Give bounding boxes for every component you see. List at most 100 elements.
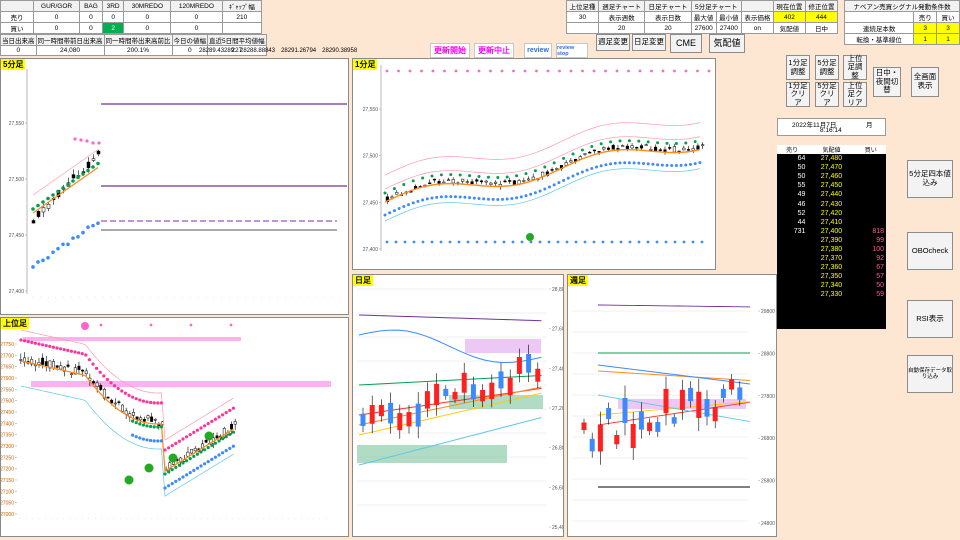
x-tick-label: · (311, 518, 316, 519)
candle-body (606, 147, 611, 150)
signal-dot-top (397, 69, 400, 73)
candle-body (512, 180, 516, 185)
x-tick-label: · (571, 254, 576, 255)
board-buy-qty (856, 172, 886, 181)
pink-dot (156, 401, 160, 405)
full-screen-button[interactable]: 全画面表示 (911, 67, 939, 97)
quote-button[interactable]: 気配値 (709, 34, 745, 53)
chart-5m-svg[interactable]: 27,55027,50027,45027,400· · · · · · · · · · · · · · · ·… (1, 59, 349, 315)
board-price: 27,480 (820, 155, 843, 163)
x-tick-label: · (699, 254, 704, 255)
green-dot (449, 173, 453, 177)
candle-body (204, 439, 208, 443)
board-buy-qty: 99 (876, 236, 884, 244)
signal-value[interactable]: 3 (936, 22, 960, 34)
settings-cell[interactable]: 27400 (715, 22, 742, 34)
blue-dot (167, 484, 171, 488)
review-button[interactable]: review (524, 43, 552, 58)
session-switch-button[interactable]: 日中・夜間切替 (873, 67, 901, 97)
chart-1m-svg[interactable]: 27,55027,50027,45027,400· · · · · · · · · · · · · · · ·… (353, 59, 716, 270)
week-change-button[interactable]: 週足変更 (596, 34, 630, 51)
settings-cell[interactable]: 20 (598, 22, 646, 34)
adjust-1m-button[interactable]: 1分足調整 (786, 55, 810, 80)
chart-panel-daily[interactable]: 日足 28,80027,60027,40027,20026,80026,6002… (352, 274, 564, 537)
x-tick-label: · (80, 518, 85, 519)
clear-upper-button[interactable]: 上位足クリア (843, 81, 867, 107)
candle-body (186, 451, 190, 457)
clear-1m-button[interactable]: 1分足クリア (786, 81, 810, 107)
chart-weekly-svg[interactable]: 29800 28800 27800 26800 25800 24800 (568, 275, 777, 537)
pink-dot (120, 389, 124, 393)
indicator-line (597, 304, 751, 308)
green-dot (167, 470, 171, 474)
chart-panel-upper[interactable]: 上位足 27750 27700 27650 27600 27550 27500 27450 2… (0, 317, 349, 537)
candle-body (36, 211, 41, 217)
blue-dot (472, 196, 476, 200)
board-row: 27,360 67 (777, 263, 886, 272)
settings-cell[interactable]: 30 (565, 11, 600, 23)
settings-cell[interactable]: 444 (804, 11, 839, 23)
update-stop-button[interactable]: 更新中止 (474, 43, 514, 58)
blue-dot (576, 172, 580, 176)
y-tick-label: 27600 (1, 376, 14, 382)
settings-cell[interactable]: 20 (644, 22, 692, 34)
indicator-line (358, 314, 542, 322)
signal-value[interactable]: 3 (913, 22, 938, 34)
candle-body (526, 353, 532, 373)
adjust-upper-button[interactable]: 上位足調整 (843, 54, 867, 80)
blue-dot (458, 195, 462, 199)
board-sell-qty: 49 (797, 191, 806, 199)
settings-cell[interactable]: 402 (772, 11, 806, 23)
obo-check-button[interactable]: OBOcheck (907, 232, 953, 270)
green-dot (141, 423, 145, 427)
signal-value[interactable]: 1 (936, 33, 960, 45)
update-start-button[interactable]: 更新開始 (430, 43, 470, 58)
zone-band (31, 381, 331, 387)
green-dot (552, 161, 556, 165)
summary-cell: 0 (123, 11, 172, 23)
board-price: 27,330 (820, 291, 843, 299)
pink-dot (134, 397, 138, 401)
chart-panel-weekly[interactable]: 週足 29800 28800 27800 26800 25800 24800 (567, 274, 777, 537)
x-tick-label: · (74, 518, 79, 519)
y-tick-label: 27,500 (9, 177, 25, 183)
chart-panel-5m[interactable]: 5分足 27,550 27,500 27,450 27,400 · · · · · · · · · · · ·… (0, 58, 349, 315)
chart-panel-1m[interactable]: 1分足 27,550 27,500 27,450 27,400 · · · · · · · · · · · ·… (352, 58, 716, 270)
signal-dot-top (650, 69, 653, 73)
settings-cell[interactable]: 27600 (690, 22, 717, 34)
blue-dot (217, 453, 221, 457)
clear-5m-button[interactable]: 5分足クリア (815, 81, 839, 107)
board-sell-qty: 731 (793, 227, 806, 235)
pink-dot (159, 401, 163, 405)
adjust-5m-button[interactable]: 5分足調整 (815, 55, 839, 80)
green-dot (56, 189, 60, 194)
board-sell-qty: 52 (797, 209, 806, 217)
y-tick-label: 27,400 (363, 247, 379, 253)
settings-cell[interactable]: on (740, 22, 774, 34)
blue-dot (46, 255, 50, 260)
green-dot (515, 174, 519, 178)
band-dot (97, 141, 101, 145)
x-tick-label: · (307, 297, 312, 298)
chart-upper-svg[interactable]: 27750 27700 27650 27600 27550 27500 27450 27400… (1, 318, 349, 537)
summary-cell: 0 (32, 11, 81, 23)
load-5m-ohlc-button[interactable]: 5分足四本値込み (907, 160, 953, 198)
auto-save-load-button[interactable]: 自動保存データ取り込み (907, 355, 953, 393)
review-stop-button[interactable]: review stop (556, 43, 588, 58)
cme-button[interactable]: CME (670, 34, 702, 53)
signal-dot-top (229, 323, 233, 327)
signal-value[interactable]: 1 (913, 33, 938, 45)
x-tick-label: · (37, 518, 42, 519)
chart-daily-svg[interactable]: 28,800 27,600 27,400 27,200 26,800 26,600 25,4… (353, 275, 564, 537)
rsi-display-button[interactable]: RSI表示 (907, 300, 953, 338)
x-tick-label: · (421, 254, 426, 255)
candle-body (597, 424, 603, 452)
candle-body (704, 398, 710, 417)
y-tick-label: 27,450 (363, 200, 379, 206)
x-tick-label: · (251, 297, 256, 298)
day-change-button[interactable]: 日足変更 (632, 34, 666, 51)
x-tick-label: · (199, 518, 204, 519)
x-tick-label: · (149, 297, 154, 298)
blue-dot (656, 163, 660, 167)
signal-dot-top (615, 69, 619, 73)
